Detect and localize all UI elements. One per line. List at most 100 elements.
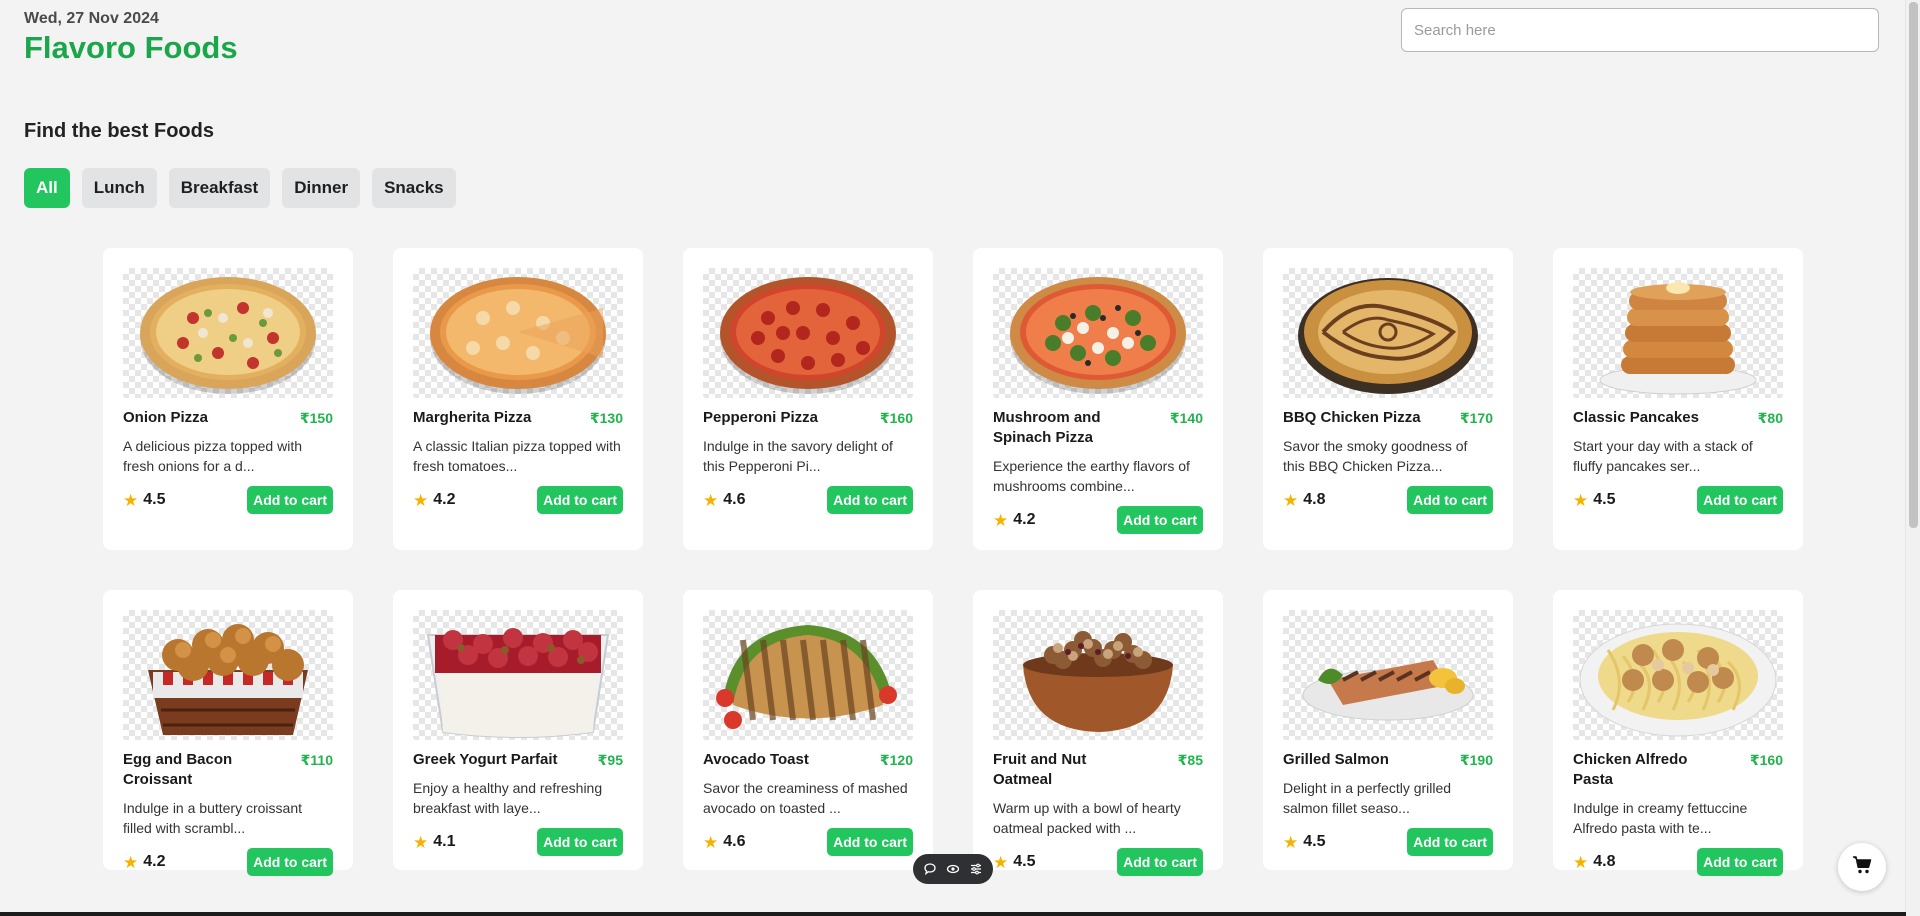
rating-value: 4.1 — [433, 833, 456, 850]
filter-snacks-button[interactable]: Snacks — [372, 168, 456, 208]
add-to-cart-button[interactable]: Add to cart — [247, 486, 333, 514]
food-description: Start your day with a stack of fluffy pa… — [1573, 438, 1753, 474]
app-root: { "header": { "date": "Wed, 27 Nov 2024"… — [0, 0, 1920, 916]
food-rating: ★ 4.5 — [993, 853, 1036, 871]
food-price: ₹95 — [597, 752, 623, 768]
food-name: Margherita Pizza — [413, 409, 532, 426]
food-description: Indulge in a buttery croissant filled wi… — [123, 800, 302, 836]
food-rating: ★ 4.5 — [1283, 833, 1326, 851]
brand-logo-text[interactable]: Flavoro Foods — [24, 30, 238, 66]
rating-value: 4.5 — [1593, 491, 1616, 508]
pizza-icon[interactable] — [413, 268, 623, 398]
rating-value: 4.5 — [143, 491, 166, 508]
food-description: Experience the earthy flavors of mushroo… — [993, 458, 1190, 494]
rating-value: 4.5 — [1013, 853, 1036, 870]
food-card: Egg and Bacon Croissant ₹110 Indulge in … — [103, 590, 353, 876]
food-card: Margherita Pizza ₹130 A classic Italian … — [393, 248, 643, 550]
add-to-cart-button[interactable]: Add to cart — [537, 828, 623, 856]
star-icon: ★ — [1283, 490, 1299, 510]
food-card: Chicken Alfredo Pasta ₹160 Indulge in cr… — [1553, 590, 1803, 876]
food-rating: ★ 4.8 — [1573, 853, 1616, 871]
food-name: Chicken Alfredo Pasta — [1573, 751, 1688, 788]
cart-button[interactable] — [1838, 843, 1886, 891]
food-name: Onion Pizza — [123, 409, 209, 426]
oatmeal-bowl-icon[interactable] — [993, 610, 1203, 740]
food-rating: ★ 4.8 — [1283, 491, 1326, 509]
food-rating: ★ 4.2 — [993, 511, 1036, 529]
pizza-icon[interactable] — [703, 268, 913, 398]
floating-toolbar — [913, 854, 993, 884]
filter-all-button[interactable]: All — [24, 168, 70, 208]
sliders-icon[interactable] — [968, 861, 984, 877]
rating-value: 4.2 — [433, 491, 456, 508]
croissant-basket-icon[interactable] — [123, 610, 333, 740]
food-rating: ★ 4.6 — [703, 491, 746, 509]
toast-icon[interactable] — [703, 610, 913, 740]
food-card: Onion Pizza ₹150 A delicious pizza toppe… — [103, 248, 353, 550]
filter-breakfast-button[interactable]: Breakfast — [168, 168, 271, 208]
food-rating: ★ 4.6 — [703, 833, 746, 851]
pasta-plate-icon[interactable] — [1573, 610, 1783, 740]
add-to-cart-button[interactable]: Add to cart — [247, 848, 333, 876]
food-description: Savor the creaminess of mashed avocado o… — [703, 780, 908, 816]
chat-bubble-icon[interactable] — [922, 861, 938, 877]
food-name: Egg and Bacon Croissant — [123, 751, 233, 788]
parfait-icon[interactable] — [413, 610, 623, 740]
add-to-cart-button[interactable]: Add to cart — [1697, 486, 1783, 514]
add-to-cart-button[interactable]: Add to cart — [1407, 828, 1493, 856]
food-card: BBQ Chicken Pizza ₹170 Savor the smoky g… — [1263, 248, 1513, 550]
food-name: Greek Yogurt Parfait — [413, 751, 558, 768]
food-name: Classic Pancakes — [1573, 409, 1699, 426]
current-date: Wed, 27 Nov 2024 — [24, 10, 159, 27]
food-price: ₹150 — [299, 410, 333, 426]
food-rating: ★ 4.5 — [1573, 491, 1616, 509]
food-price: ₹160 — [879, 410, 913, 426]
food-name: Mushroom and Spinach Pizza — [993, 409, 1101, 446]
scrollbar-thumb[interactable] — [1909, 2, 1918, 528]
star-icon: ★ — [1573, 852, 1589, 872]
food-price: ₹130 — [589, 410, 623, 426]
category-filters: All Lunch Breakfast Dinner Snacks — [24, 168, 456, 208]
food-rating: ★ 4.2 — [123, 853, 166, 871]
food-rating: ★ 4.5 — [123, 491, 166, 509]
search-input[interactable] — [1401, 8, 1879, 52]
page-scrollbar[interactable] — [1905, 0, 1920, 916]
pizza-icon[interactable] — [993, 268, 1203, 398]
food-description: Indulge in the savory delight of this Pe… — [703, 438, 893, 474]
salmon-plate-icon[interactable] — [1283, 610, 1493, 740]
food-price: ₹85 — [1177, 752, 1203, 768]
food-rating: ★ 4.2 — [413, 491, 456, 509]
rating-value: 4.5 — [1303, 833, 1326, 850]
add-to-cart-button[interactable]: Add to cart — [1117, 506, 1203, 534]
food-price: ₹80 — [1757, 410, 1783, 426]
pizza-icon[interactable] — [1283, 268, 1493, 398]
bottom-edge — [0, 912, 1906, 916]
star-icon: ★ — [123, 852, 139, 872]
eye-icon[interactable] — [945, 861, 961, 877]
pizza-icon[interactable] — [123, 268, 333, 398]
food-name: Pepperoni Pizza — [703, 409, 819, 426]
food-card: Greek Yogurt Parfait ₹95 Enjoy a healthy… — [393, 590, 643, 870]
food-description: Warm up with a bowl of hearty oatmeal pa… — [993, 800, 1181, 836]
rating-value: 4.2 — [1013, 511, 1036, 528]
food-card: Avocado Toast ₹120 Savor the creaminess … — [683, 590, 933, 870]
add-to-cart-button[interactable]: Add to cart — [1697, 848, 1783, 876]
add-to-cart-button[interactable]: Add to cart — [827, 828, 913, 856]
add-to-cart-button[interactable]: Add to cart — [1117, 848, 1203, 876]
star-icon: ★ — [413, 490, 429, 510]
add-to-cart-button[interactable]: Add to cart — [1407, 486, 1493, 514]
filter-dinner-button[interactable]: Dinner — [282, 168, 361, 208]
star-icon: ★ — [1573, 490, 1589, 510]
filter-lunch-button[interactable]: Lunch — [81, 168, 157, 208]
add-to-cart-button[interactable]: Add to cart — [537, 486, 623, 514]
star-icon: ★ — [993, 510, 1009, 530]
food-price: ₹110 — [300, 752, 333, 768]
rating-value: 4.2 — [143, 853, 166, 870]
food-price: ₹170 — [1459, 410, 1493, 426]
add-to-cart-button[interactable]: Add to cart — [827, 486, 913, 514]
food-description: A delicious pizza topped with fresh onio… — [123, 438, 302, 474]
pancakes-icon[interactable] — [1573, 268, 1783, 398]
food-name: Fruit and Nut Oatmeal — [993, 751, 1087, 788]
food-description: A classic Italian pizza topped with fres… — [413, 438, 621, 474]
food-description: Enjoy a healthy and refreshing breakfast… — [413, 780, 603, 816]
